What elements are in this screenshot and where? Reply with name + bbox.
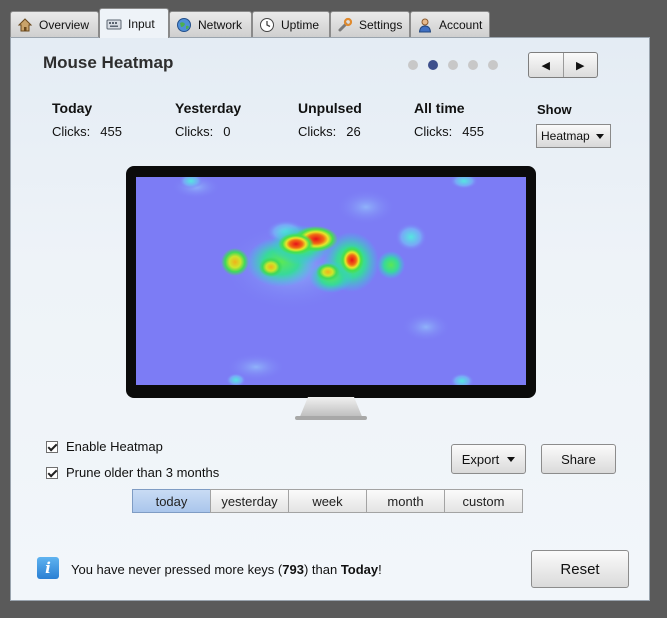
- stat-yesterday: Yesterday Clicks: 0: [175, 100, 241, 139]
- tab-label: Network: [198, 17, 243, 32]
- tab-network[interactable]: Network: [169, 11, 252, 37]
- next-page-button[interactable]: ▶: [562, 53, 598, 77]
- status-message: You have never pressed more keys (793) t…: [71, 562, 382, 577]
- tab-label: Overview: [39, 17, 90, 32]
- page-dot[interactable]: [408, 60, 418, 70]
- page-dot[interactable]: [468, 60, 478, 70]
- page-dot[interactable]: [448, 60, 458, 70]
- stat-label: Clicks:: [298, 124, 337, 139]
- stat-today: Today Clicks: 455: [52, 100, 122, 139]
- show-selected: Heatmap: [541, 129, 590, 143]
- prune-checkbox[interactable]: Prune older than 3 months: [46, 465, 219, 480]
- show-label: Show: [537, 102, 572, 117]
- range-month[interactable]: month: [366, 489, 445, 513]
- tab-overview[interactable]: Overview: [10, 11, 99, 37]
- heatmap-image: [136, 177, 526, 385]
- message-text: !: [378, 562, 382, 577]
- show-dropdown[interactable]: Heatmap: [536, 124, 611, 148]
- stat-heading: Unpulsed: [298, 100, 362, 116]
- page-dot[interactable]: [488, 60, 498, 70]
- export-button[interactable]: Export: [451, 444, 526, 474]
- pager: ◀ ▶: [528, 52, 598, 78]
- stat-label: Clicks:: [414, 124, 453, 139]
- range-yesterday[interactable]: yesterday: [210, 489, 289, 513]
- tab-settings[interactable]: Settings: [330, 11, 410, 37]
- home-icon: [17, 17, 33, 33]
- message-text: You have never pressed more keys (: [71, 562, 283, 577]
- tab-uptime[interactable]: Uptime: [252, 11, 330, 37]
- page-indicator: [408, 60, 498, 70]
- user-icon: [417, 17, 433, 33]
- stat-value: 455: [100, 124, 122, 139]
- message-day: Today: [340, 562, 379, 577]
- key-count: 793: [282, 562, 304, 577]
- stat-label: Clicks:: [175, 124, 214, 139]
- range-week[interactable]: week: [288, 489, 367, 513]
- tab-label: Uptime: [281, 17, 320, 32]
- stat-value: 0: [223, 124, 231, 139]
- prev-page-button[interactable]: ◀: [529, 53, 563, 77]
- share-label: Share: [561, 451, 596, 467]
- range-custom[interactable]: custom: [444, 489, 523, 513]
- share-button[interactable]: Share: [541, 444, 616, 474]
- clock-icon: [259, 17, 275, 33]
- input-panel: Mouse Heatmap ◀ ▶ Today Clicks: 455 Yeste…: [10, 37, 650, 601]
- checkbox-checked[interactable]: [46, 440, 58, 453]
- stat-heading: Today: [52, 100, 93, 116]
- checkbox-checked[interactable]: [46, 466, 58, 479]
- wrench-icon: [337, 17, 353, 33]
- heatmap-screen: [136, 177, 526, 385]
- stat-heading: Yesterday: [175, 100, 242, 116]
- checkbox-label: Prune older than 3 months: [66, 465, 220, 480]
- info-icon: i: [37, 557, 59, 579]
- chevron-down-icon: [596, 134, 604, 139]
- stat-heading: All time: [414, 100, 465, 116]
- tab-label: Input: [128, 16, 155, 31]
- checkbox-label: Enable Heatmap: [66, 439, 163, 454]
- reset-button[interactable]: Reset: [531, 550, 629, 588]
- reset-label: Reset: [560, 560, 600, 578]
- export-label: Export: [461, 451, 500, 467]
- stat-value: 455: [462, 124, 484, 139]
- enable-heatmap-checkbox[interactable]: Enable Heatmap: [46, 439, 163, 454]
- message-text: ) than: [303, 562, 341, 577]
- monitor-stand-base: [295, 416, 367, 420]
- page-title: Mouse Heatmap: [43, 53, 174, 72]
- range-selector: today yesterday week month custom: [132, 489, 523, 513]
- range-today[interactable]: today: [132, 489, 211, 513]
- keyboard-icon: [106, 16, 122, 32]
- tab-account[interactable]: Account: [410, 11, 490, 37]
- page-dot-current[interactable]: [428, 60, 438, 70]
- tab-input[interactable]: Input: [99, 8, 169, 38]
- chevron-down-icon: [507, 456, 516, 462]
- globe-icon: [176, 17, 192, 33]
- tab-label: Account: [439, 17, 483, 32]
- stat-unpulsed: Unpulsed Clicks: 26: [298, 100, 362, 139]
- stat-all-time: All time Clicks: 455: [414, 100, 484, 139]
- tab-label: Settings: [359, 17, 403, 32]
- monitor-frame: [126, 166, 536, 398]
- stat-label: Clicks:: [52, 124, 91, 139]
- stat-value: 26: [346, 124, 361, 139]
